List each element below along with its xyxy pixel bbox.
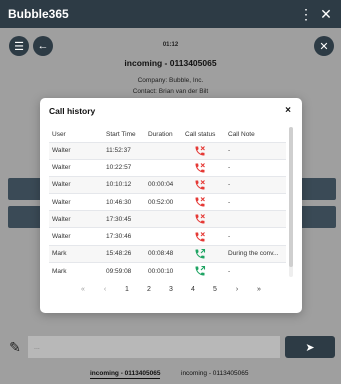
tab-call-2[interactable]: incoming - 0113405065 — [181, 370, 248, 377]
cell-duration — [145, 158, 182, 177]
cell-user: Mark — [49, 261, 103, 280]
send-icon: ➤ — [305, 341, 315, 354]
cell-start-time: 11:52:37 — [103, 141, 145, 160]
cell-call-status — [182, 261, 225, 280]
close-icon[interactable]: × — [283, 105, 293, 116]
title-bar: Bubble365 ⋮ ✕ — [0, 0, 341, 28]
prev-page-button[interactable]: ‹ — [98, 286, 112, 293]
last-page-button[interactable]: » — [252, 286, 266, 293]
table-scrollbar[interactable] — [289, 127, 293, 277]
contact-label: Contact: Brian van der Bilt — [132, 88, 209, 95]
call-history-table: User Start Time Duration Call status Cal… — [49, 127, 286, 280]
page-2-button[interactable]: 2 — [142, 286, 156, 293]
company-label: Company: Bubble, Inc. — [137, 77, 204, 84]
cell-start-time: 17:30:46 — [103, 227, 145, 246]
cell-call-note: - — [225, 227, 286, 246]
cell-call-note: - — [225, 141, 286, 160]
page-1-button[interactable]: 1 — [120, 286, 134, 293]
answered-call-icon — [195, 266, 206, 276]
window-close-icon[interactable]: ✕ — [319, 6, 333, 22]
missed-call-icon — [195, 145, 205, 156]
cell-user: Walter — [49, 210, 103, 228]
cell-call-status — [182, 210, 225, 228]
missed-call-icon — [195, 180, 205, 190]
send-button[interactable]: ➤ — [285, 336, 335, 358]
modal-title: Call history — [49, 106, 96, 116]
cell-call-note — [225, 210, 286, 228]
cell-user: Walter — [49, 227, 103, 246]
cell-duration — [145, 141, 182, 160]
cell-duration: 00:00:04 — [145, 175, 182, 194]
table-row[interactable]: Walter 17:30:46 - — [49, 227, 286, 246]
table-row[interactable]: Walter 10:22:57 - — [49, 158, 286, 177]
pagination: « ‹ 1 2 3 4 5 › » — [40, 284, 302, 298]
missed-call-icon — [195, 214, 205, 224]
cell-start-time: 10:22:57 — [103, 158, 145, 177]
cell-call-note: - — [225, 193, 286, 211]
column-header-start-time: Start Time — [106, 130, 136, 138]
cell-call-status — [182, 175, 225, 194]
table-row[interactable]: Walter 17:30:45 — [49, 210, 286, 228]
scrollbar-thumb[interactable] — [289, 127, 293, 267]
cell-user: Walter — [49, 193, 103, 211]
cell-duration — [145, 210, 182, 228]
cell-call-note: - — [225, 158, 286, 177]
table-row[interactable]: Walter 11:52:37 - — [49, 141, 286, 160]
cell-start-time: 09:59:08 — [103, 261, 145, 280]
cell-user: Walter — [49, 158, 103, 177]
table-row[interactable]: Walter 10:10:12 00:00:04 - — [49, 175, 286, 194]
column-header-duration: Duration — [148, 130, 173, 138]
answered-call-icon — [195, 248, 206, 259]
cell-call-status — [182, 141, 225, 160]
page-4-button[interactable]: 4 — [186, 286, 200, 293]
first-page-button[interactable]: « — [76, 286, 90, 293]
cell-start-time: 10:10:12 — [103, 175, 145, 194]
message-input[interactable] — [28, 336, 280, 358]
table-row[interactable]: Mark 15:48:26 00:08:48 During the conv... — [49, 244, 286, 263]
cell-start-time: 15:48:26 — [103, 244, 145, 263]
missed-call-icon — [195, 231, 205, 242]
next-page-button[interactable]: › — [230, 286, 244, 293]
cell-call-status — [182, 193, 225, 211]
page-5-button[interactable]: 5 — [208, 286, 222, 293]
page-3-button[interactable]: 3 — [164, 286, 178, 293]
cell-call-status — [182, 244, 225, 263]
cell-user: Walter — [49, 175, 103, 194]
column-header-user: User — [52, 130, 66, 138]
table-row[interactable]: Walter 10:46:30 00:52:00 - — [49, 193, 286, 211]
call-history-modal: Call history × User Start Time Duration … — [40, 98, 302, 313]
cell-duration: 00:52:00 — [145, 193, 182, 211]
table-header: User Start Time Duration Call status Cal… — [49, 127, 286, 142]
cell-user: Walter — [49, 141, 103, 160]
app-title: Bubble365 — [8, 7, 69, 21]
cell-call-note: - — [225, 175, 286, 194]
missed-call-icon — [195, 197, 205, 207]
cell-call-note: During the conv... — [225, 244, 286, 263]
call-timer: 01:12 — [162, 42, 179, 48]
cell-user: Mark — [49, 244, 103, 263]
table-row[interactable]: Mark 09:59:08 00:00:10 - — [49, 261, 286, 280]
missed-call-icon — [195, 162, 205, 173]
column-header-call-note: Call Note — [228, 130, 255, 138]
cell-call-note: - — [225, 261, 286, 280]
tab-call-1[interactable]: incoming - 0113405065 — [90, 370, 161, 379]
edit-icon[interactable]: ✎ — [6, 338, 24, 356]
call-tabs: incoming - 0113405065 incoming - 0113405… — [0, 368, 341, 384]
more-options-icon[interactable]: ⋮ — [299, 6, 313, 22]
cell-duration: 00:00:10 — [145, 261, 182, 280]
call-title: incoming - 0113405065 — [124, 58, 217, 68]
message-composer: ✎ ➤ — [0, 328, 341, 368]
cell-call-status — [182, 227, 225, 246]
cell-duration: 00:08:48 — [145, 244, 182, 263]
cell-duration — [145, 227, 182, 246]
cell-call-status — [182, 158, 225, 177]
column-header-call-status: Call status — [185, 130, 216, 138]
cell-start-time: 10:46:30 — [103, 193, 145, 211]
cell-start-time: 17:30:45 — [103, 210, 145, 228]
